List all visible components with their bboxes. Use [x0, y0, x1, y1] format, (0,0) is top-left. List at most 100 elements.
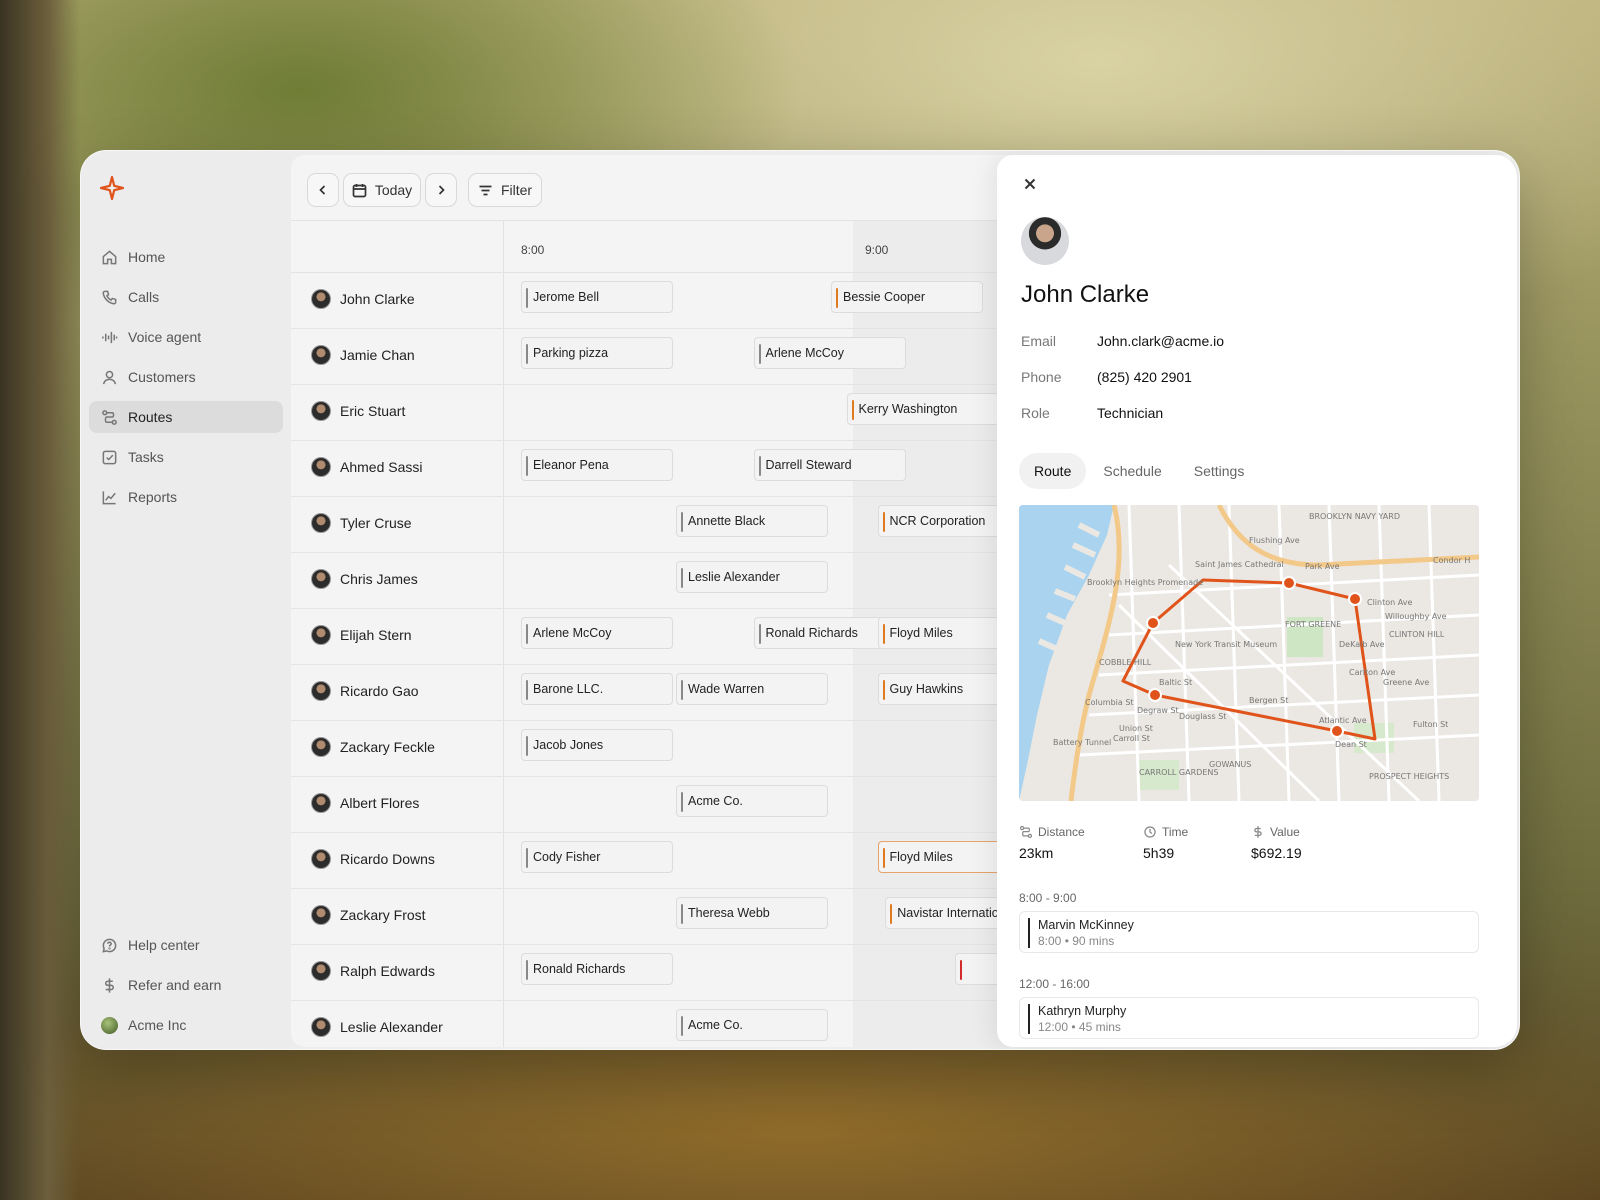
sidebar-item-home[interactable]: Home: [89, 241, 283, 273]
sidebar-item-routes[interactable]: Routes: [89, 401, 283, 433]
technician-name[interactable]: Eric Stuart: [311, 401, 405, 421]
technician-name[interactable]: Ralph Edwards: [311, 961, 435, 981]
sidebar-item-voice-agent[interactable]: Voice agent: [89, 321, 283, 353]
home-icon: [102, 249, 117, 264]
route-event[interactable]: Darrell Steward: [753, 449, 906, 481]
avatar: [311, 625, 331, 645]
route-stop-marker[interactable]: [1330, 724, 1344, 738]
app-logo-icon[interactable]: [99, 175, 125, 201]
technician-name[interactable]: Leslie Alexander: [311, 1017, 443, 1037]
route-stop-marker[interactable]: [1282, 576, 1296, 590]
stat-value-total: Value $692.19: [1251, 825, 1302, 861]
route-event[interactable]: Acme Co.: [676, 785, 828, 817]
route-event[interactable]: Parking pizza: [521, 337, 673, 369]
route-event[interactable]: Jerome Bell: [521, 281, 673, 313]
technician-name[interactable]: Ricardo Downs: [311, 849, 435, 869]
route-event[interactable]: Acme Co.: [676, 1009, 828, 1041]
technician-name[interactable]: Ahmed Sassi: [311, 457, 422, 477]
route-stop-marker[interactable]: [1146, 616, 1160, 630]
technician-name-label: Ricardo Downs: [340, 851, 435, 867]
stat-label: Distance: [1038, 825, 1085, 839]
technician-name[interactable]: Tyler Cruse: [311, 513, 412, 533]
technician-name[interactable]: Elijah Stern: [311, 625, 412, 645]
route-event[interactable]: Jacob Jones: [521, 729, 673, 761]
tab-route[interactable]: Route: [1019, 453, 1087, 489]
next-day-button[interactable]: [425, 173, 457, 207]
map-label: Union St: [1119, 724, 1153, 733]
map-label: Carlton Ave: [1349, 668, 1395, 677]
sidebar-item-reports[interactable]: Reports: [89, 481, 283, 513]
route-event[interactable]: Ronald Richards: [521, 953, 673, 985]
sidebar-item-refer-and-earn[interactable]: Refer and earn: [89, 969, 283, 1001]
sidebar-item-help-center[interactable]: Help center: [89, 929, 283, 961]
avatar: [311, 569, 331, 589]
route-icon: [1019, 825, 1033, 839]
map-label: Greene Ave: [1383, 678, 1429, 687]
technician-name-label: Tyler Cruse: [340, 515, 412, 531]
close-panel-button[interactable]: [1021, 175, 1039, 193]
stat-distance: Distance 23km: [1019, 825, 1085, 861]
role-value: Technician: [1097, 405, 1164, 421]
avatar: [311, 1017, 331, 1037]
route-stop-marker[interactable]: [1348, 592, 1362, 606]
avatar: [311, 513, 331, 533]
route-stop-marker[interactable]: [1148, 688, 1162, 702]
route-event[interactable]: Arlene McCoy: [753, 337, 906, 369]
avatar: [311, 961, 331, 981]
sidebar-item-label: Customers: [128, 369, 196, 385]
tab-settings[interactable]: Settings: [1179, 453, 1260, 489]
schedule-item[interactable]: Kathryn Murphy 12:00 • 45 mins: [1019, 997, 1479, 1039]
sidebar-item-organization[interactable]: Acme Inc: [89, 1009, 283, 1041]
stat-value: $692.19: [1251, 845, 1302, 861]
route-event[interactable]: Barone LLC.: [521, 673, 673, 705]
technician-name[interactable]: John Clarke: [311, 289, 415, 309]
technician-detail-panel: John Clarke Email John.clark@acme.io Pho…: [997, 155, 1517, 1047]
today-button[interactable]: Today: [343, 173, 421, 207]
sidebar-item-label: Voice agent: [128, 329, 202, 345]
technician-name[interactable]: Zackary Feckle: [311, 737, 435, 757]
route-event[interactable]: Arlene McCoy: [521, 617, 673, 649]
route-event[interactable]: Annette Black: [676, 505, 828, 537]
map-label: Columbia St: [1085, 698, 1134, 707]
route-event[interactable]: Cody Fisher: [521, 841, 673, 873]
tab-schedule[interactable]: Schedule: [1088, 453, 1176, 489]
sidebar-bottom-nav: Help center Refer and earn Acme Inc: [89, 929, 283, 1049]
filter-button[interactable]: Filter: [468, 173, 542, 207]
route-event[interactable]: Wade Warren: [676, 673, 828, 705]
help-icon: [102, 938, 117, 953]
sidebar-item-label: Acme Inc: [128, 1017, 187, 1033]
route-event[interactable]: Kerry Washington: [846, 393, 999, 425]
stat-value: 23km: [1019, 845, 1054, 861]
checkbox-icon: [102, 450, 117, 464]
route-event[interactable]: Eleanor Pena: [521, 449, 673, 481]
technician-name[interactable]: Jamie Chan: [311, 345, 415, 365]
route-event[interactable]: Bessie Cooper: [831, 281, 983, 313]
technician-name[interactable]: Ricardo Gao: [311, 681, 419, 701]
sidebar-item-tasks[interactable]: Tasks: [89, 441, 283, 473]
sidebar-item-calls[interactable]: Calls: [89, 281, 283, 313]
email-value[interactable]: John.clark@acme.io: [1097, 333, 1224, 349]
sidebar-item-customers[interactable]: Customers: [89, 361, 283, 393]
previous-day-button[interactable]: [307, 173, 339, 207]
phone-value[interactable]: (825) 420 2901: [1097, 369, 1192, 385]
map-label: Bergen St: [1249, 696, 1288, 705]
sidebar-item-label: Refer and earn: [128, 977, 222, 993]
technician-name[interactable]: Chris James: [311, 569, 418, 589]
technician-name-label: Zackary Frost: [340, 907, 426, 923]
technician-name[interactable]: Albert Flores: [311, 793, 419, 813]
map-label: Carroll St: [1113, 734, 1150, 743]
avatar: [311, 457, 331, 477]
schedule-item[interactable]: Marvin McKinney 8:00 • 90 mins: [1019, 911, 1479, 953]
technician-name-label: Ralph Edwards: [340, 963, 435, 979]
technician-name-label: Elijah Stern: [340, 627, 412, 643]
route-map[interactable]: BROOKLYN NAVY YARD Flushing Ave Park Ave…: [1019, 505, 1479, 801]
map-label: New York Transit Museum: [1175, 640, 1277, 649]
avatar: [311, 289, 331, 309]
map-label: FORT GREENE: [1285, 620, 1341, 629]
technician-name[interactable]: Zackary Frost: [311, 905, 426, 925]
route-event[interactable]: Leslie Alexander: [676, 561, 828, 593]
route-event[interactable]: Theresa Webb: [676, 897, 828, 929]
slot-range: 12:00 - 16:00: [1019, 977, 1090, 991]
chevron-left-icon: [319, 185, 326, 195]
profile-avatar: [1021, 217, 1069, 265]
